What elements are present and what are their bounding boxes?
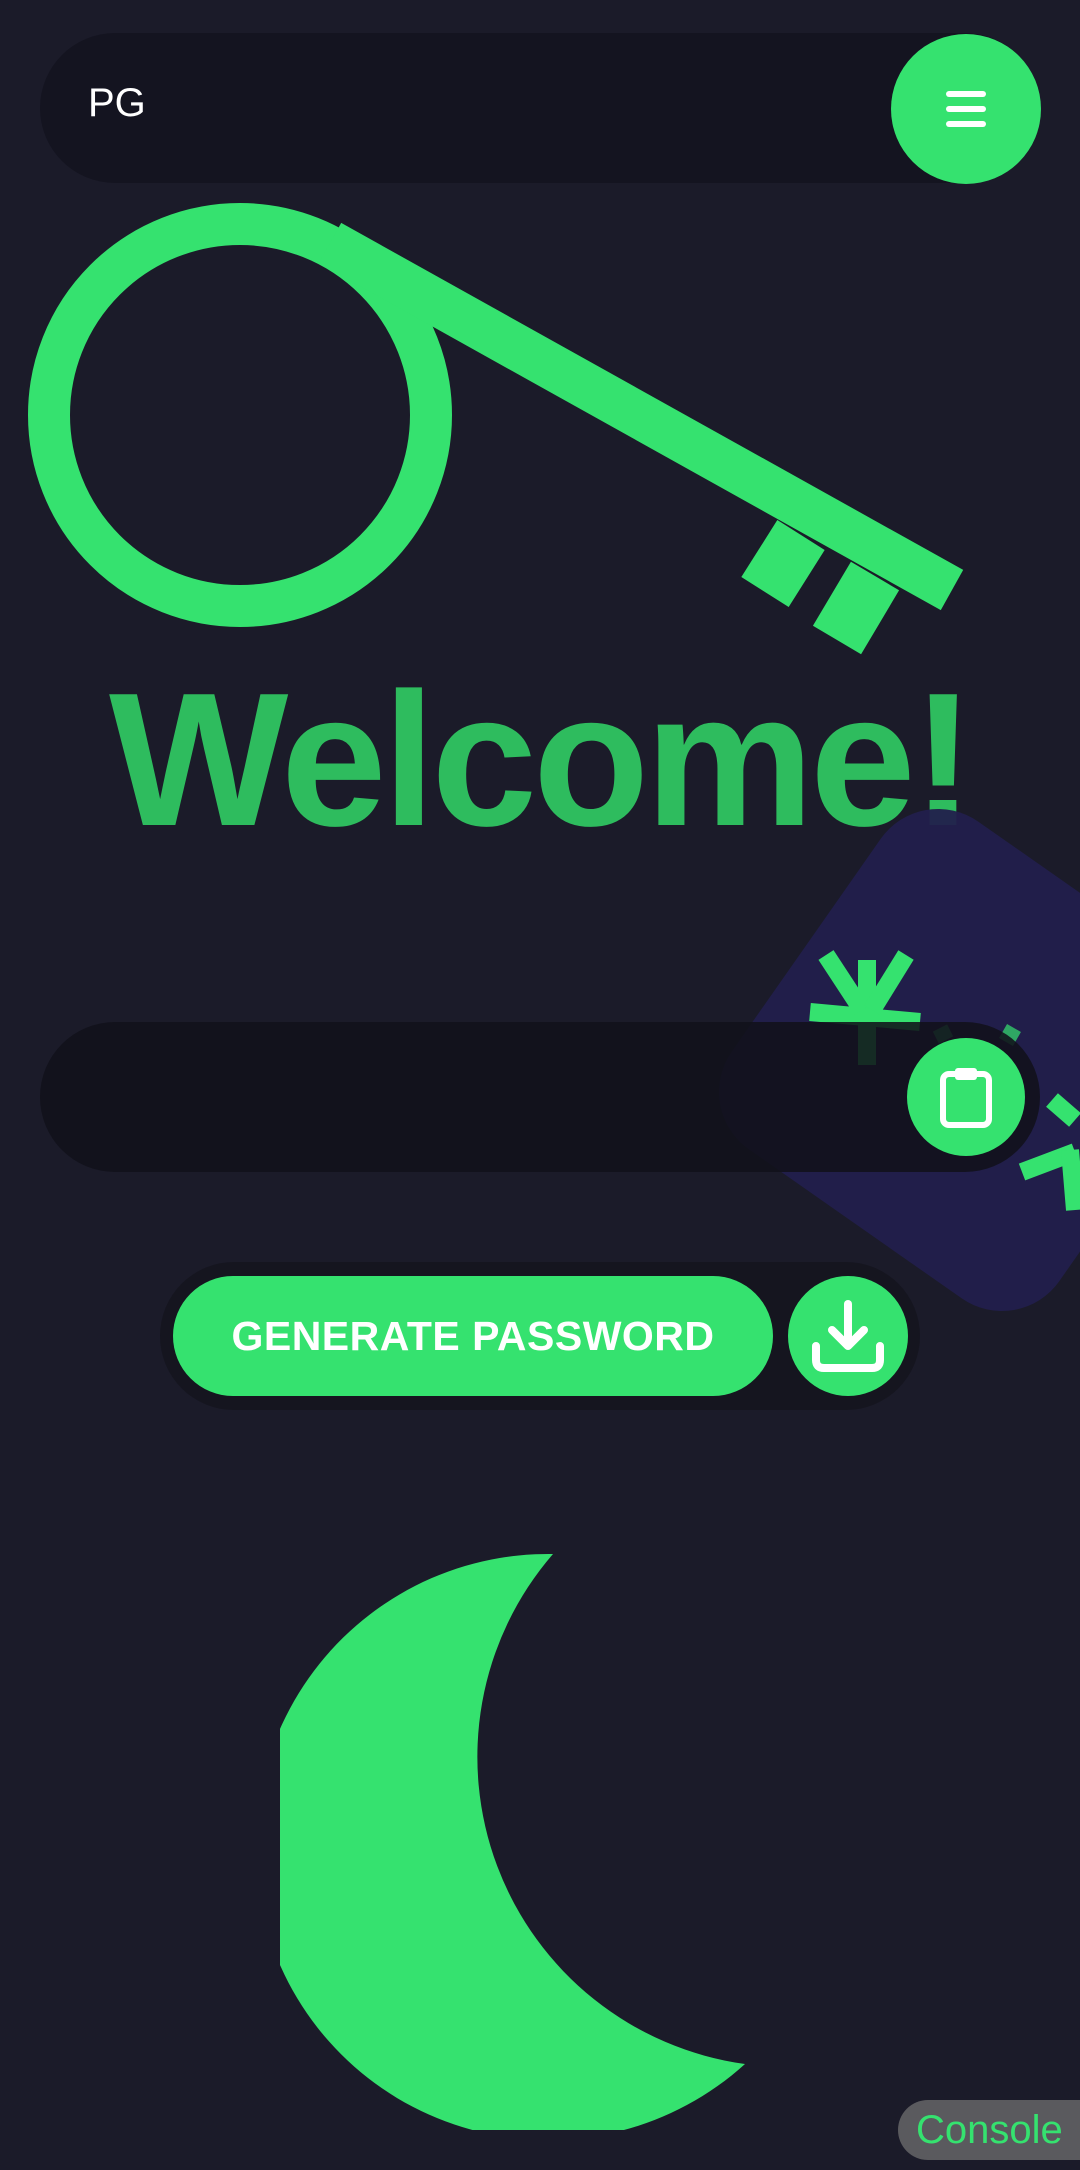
menu-button[interactable] [891,34,1041,184]
generate-password-button[interactable]: GENERATE PASSWORD [173,1276,773,1396]
password-output[interactable] [40,1022,1040,1172]
console-tab[interactable]: Console [898,2100,1080,2160]
hamburger-menu-icon [946,91,986,127]
download-icon [812,1300,884,1372]
moon-icon[interactable] [280,1540,760,2130]
app-logo[interactable]: PG [88,75,146,131]
clipboard-icon [940,1068,992,1128]
download-button[interactable] [788,1276,908,1396]
key-icon [28,203,964,655]
copy-button[interactable] [907,1038,1025,1156]
header-bar [40,33,1040,183]
